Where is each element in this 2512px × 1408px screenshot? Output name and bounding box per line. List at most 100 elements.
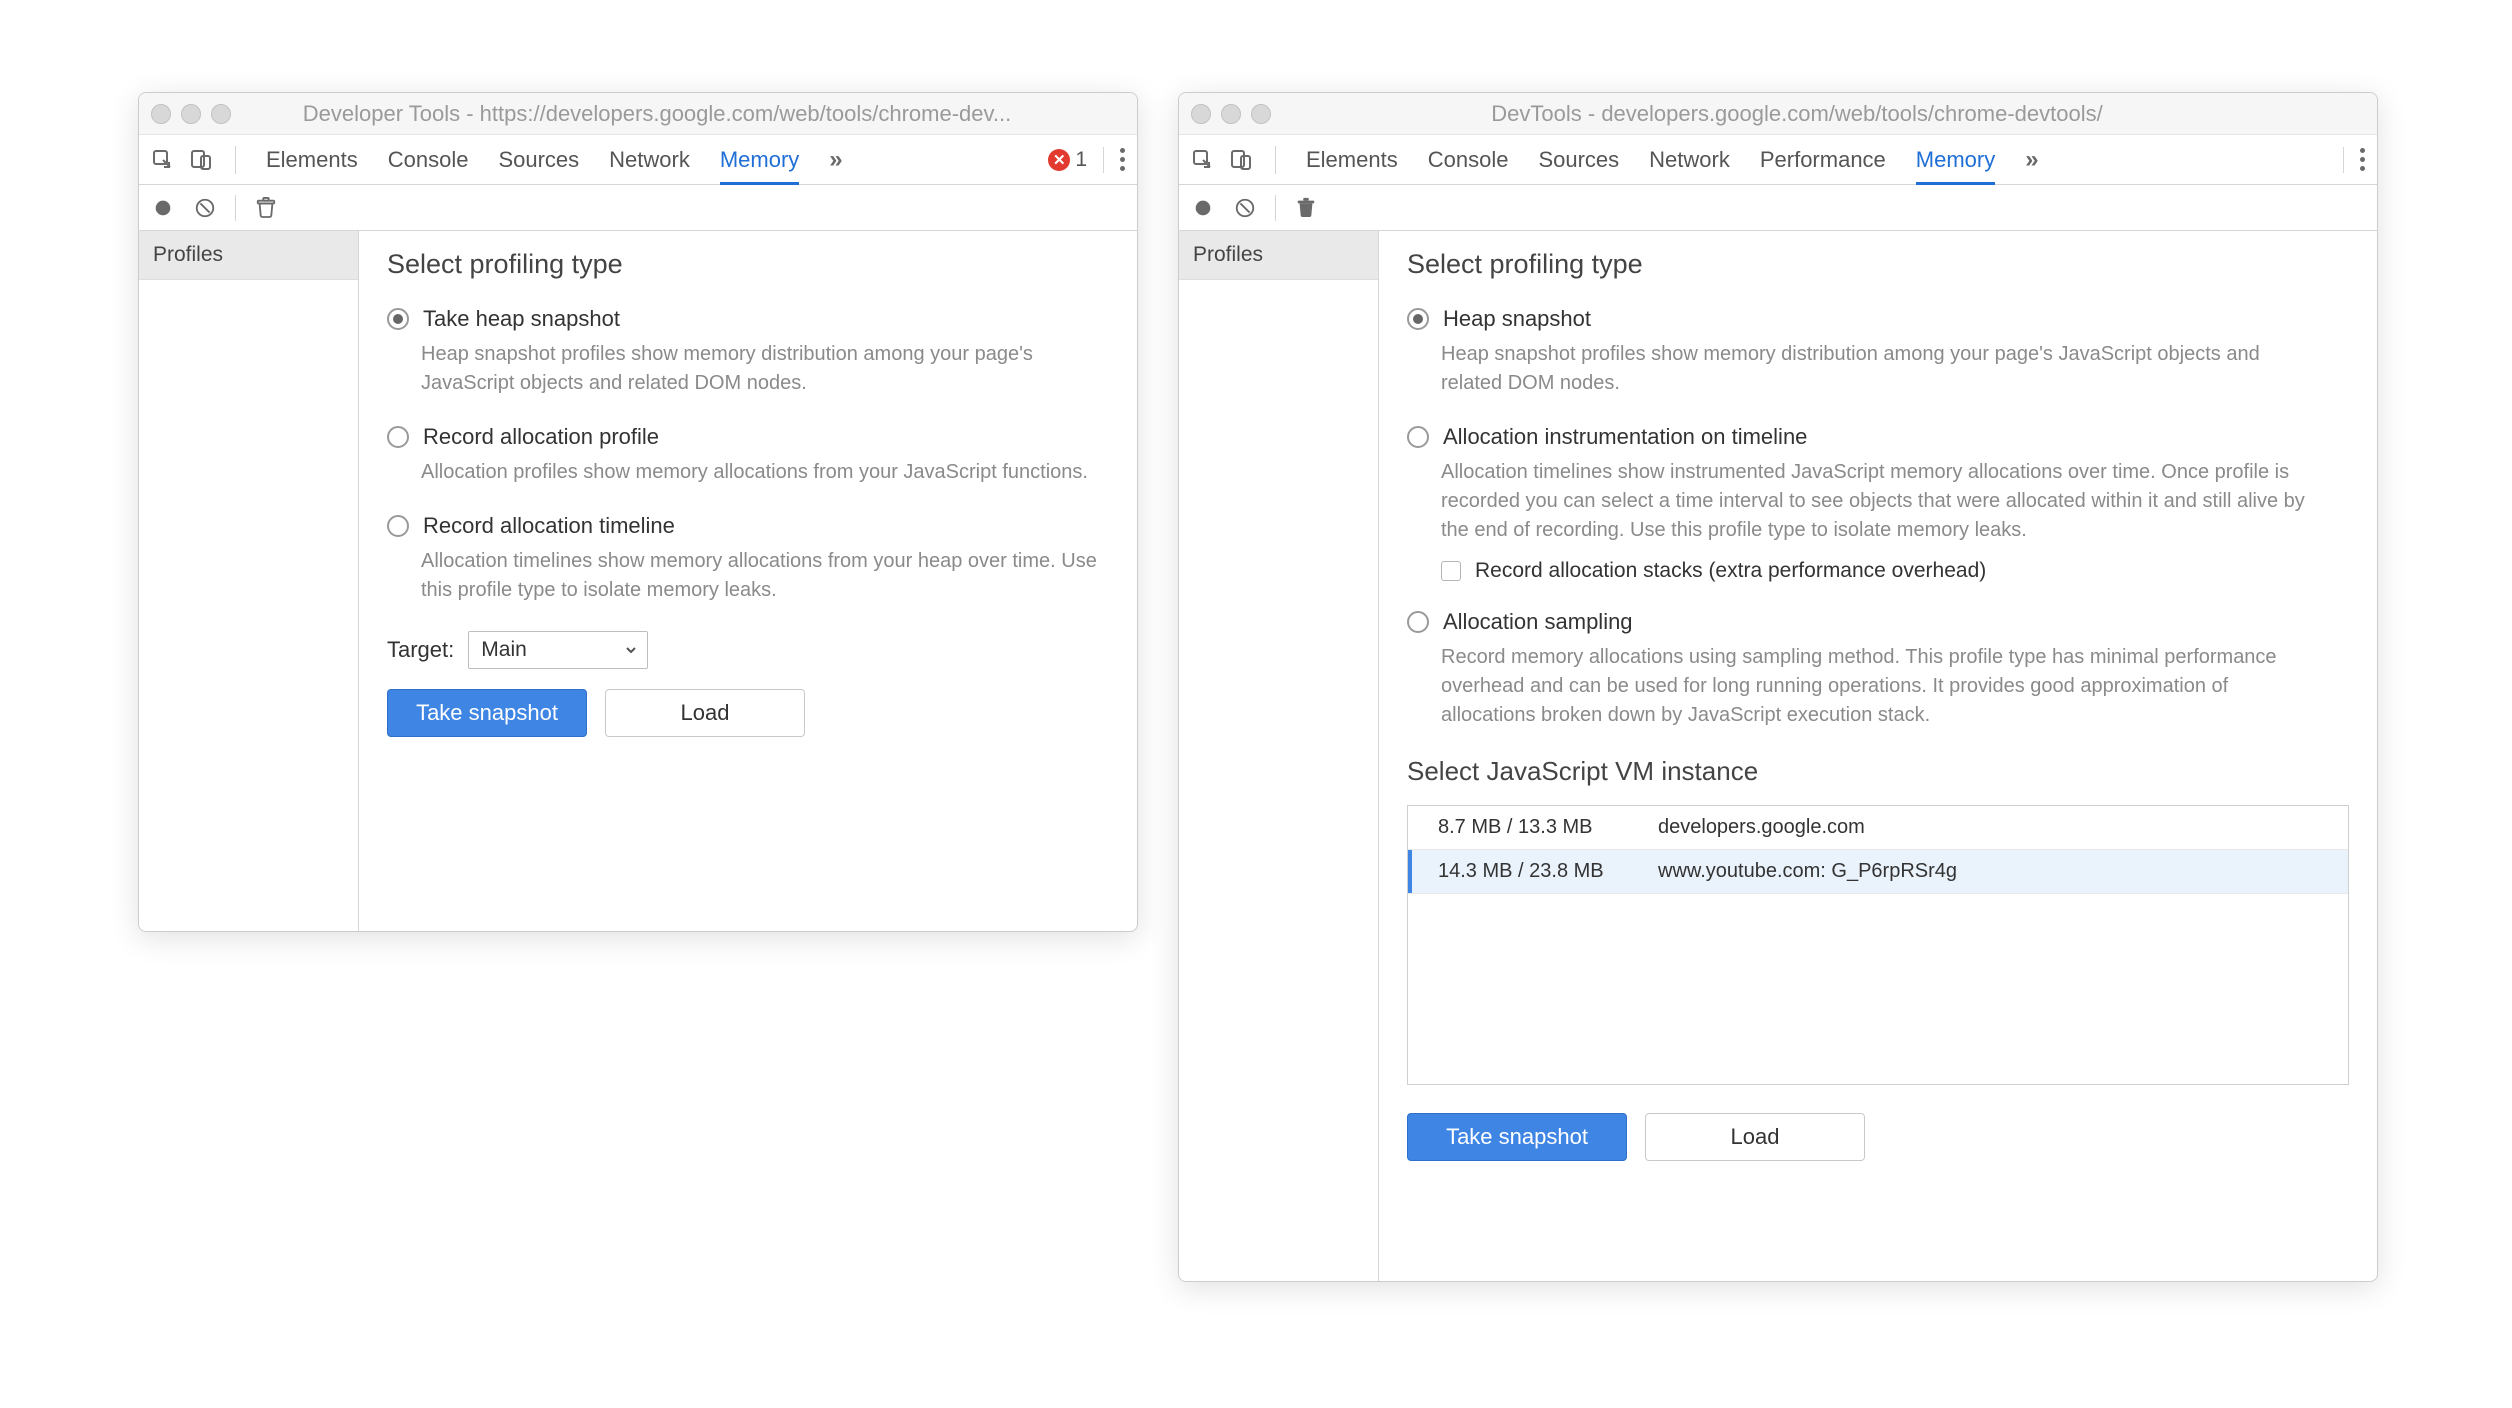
option-label: Heap snapshot — [1443, 306, 1591, 332]
option-allocation-timeline[interactable]: Record allocation timeline — [387, 513, 1109, 539]
tab-sources[interactable]: Sources — [498, 135, 579, 185]
option-allocation-sampling[interactable]: Allocation sampling — [1407, 609, 2349, 635]
separator — [1275, 146, 1276, 174]
vm-name: developers.google.com — [1648, 816, 2348, 839]
separator — [1103, 147, 1104, 173]
tab-sources[interactable]: Sources — [1538, 135, 1619, 185]
more-options-icon[interactable] — [2360, 148, 2365, 171]
more-options-icon[interactable] — [1120, 148, 1125, 171]
option-label: Take heap snapshot — [423, 306, 620, 332]
minimize-icon[interactable] — [1221, 104, 1241, 124]
vm-instance-row[interactable]: 14.3 MB / 23.8 MB www.youtube.com: G_P6r… — [1408, 850, 2348, 894]
tabs-overflow-icon[interactable]: » — [829, 146, 842, 174]
option-label: Record allocation profile — [423, 424, 659, 450]
tab-elements[interactable]: Elements — [266, 135, 358, 185]
vm-instance-row[interactable]: 8.7 MB / 13.3 MB developers.google.com — [1408, 806, 2348, 850]
vm-size: 8.7 MB / 13.3 MB — [1408, 816, 1648, 839]
toggle-device-toolbar-icon[interactable] — [189, 148, 213, 172]
delete-icon[interactable] — [254, 196, 278, 220]
sidebar-item-profiles[interactable]: Profiles — [139, 231, 358, 280]
radio-icon[interactable] — [387, 515, 409, 537]
target-select[interactable]: Main — [468, 631, 648, 669]
option-label: Allocation instrumentation on timeline — [1443, 424, 1807, 450]
devtools-tabbar: Elements Console Sources Network Perform… — [1179, 135, 2377, 185]
error-icon: ✕ — [1048, 149, 1070, 171]
option-description: Heap snapshot profiles show memory distr… — [1441, 340, 2321, 398]
take-snapshot-button[interactable]: Take snapshot — [387, 689, 587, 737]
profiling-heading: Select profiling type — [1407, 249, 2349, 280]
tab-network[interactable]: Network — [1649, 135, 1730, 185]
tab-network[interactable]: Network — [609, 135, 690, 185]
window-title: DevTools - developers.google.com/web/too… — [1299, 101, 2365, 127]
load-button[interactable]: Load — [605, 689, 805, 737]
separator — [235, 146, 236, 174]
option-description: Allocation timelines show instrumented J… — [1441, 458, 2321, 545]
error-count-badge[interactable]: ✕ 1 — [1048, 148, 1087, 172]
separator — [2343, 147, 2344, 173]
take-snapshot-button[interactable]: Take snapshot — [1407, 1113, 1627, 1161]
devtools-window-left: Developer Tools - https://developers.goo… — [138, 92, 1138, 932]
devtools-tabbar: Elements Console Sources Network Memory … — [139, 135, 1137, 185]
sidebar-item-profiles[interactable]: Profiles — [1179, 231, 1378, 280]
checkbox-icon[interactable] — [1441, 561, 1461, 581]
option-heap-snapshot[interactable]: Heap snapshot — [1407, 306, 2349, 332]
caret-down-icon — [625, 638, 637, 662]
profiler-toolbar — [1179, 185, 2377, 231]
tab-memory[interactable]: Memory — [1916, 135, 1995, 185]
error-count: 1 — [1075, 148, 1087, 172]
sidebar: Profiles — [1179, 231, 1379, 1281]
load-button[interactable]: Load — [1645, 1113, 1865, 1161]
option-heap-snapshot[interactable]: Take heap snapshot — [387, 306, 1109, 332]
vm-instance-heading: Select JavaScript VM instance — [1407, 756, 2349, 787]
target-select-value: Main — [481, 638, 527, 661]
option-label: Record allocation timeline — [423, 513, 675, 539]
tab-memory[interactable]: Memory — [720, 135, 799, 185]
zoom-icon[interactable] — [1251, 104, 1271, 124]
radio-icon[interactable] — [1407, 308, 1429, 330]
minimize-icon[interactable] — [181, 104, 201, 124]
option-description: Allocation timelines show memory allocat… — [421, 547, 1109, 605]
tabs-overflow-icon[interactable]: » — [2025, 146, 2038, 174]
close-icon[interactable] — [151, 104, 171, 124]
main-panel: Select profiling type Heap snapshot Heap… — [1379, 231, 2377, 1281]
profiling-heading: Select profiling type — [387, 249, 1109, 280]
tab-strip: Elements Console Sources Network Perform… — [1306, 135, 2039, 185]
vm-empty-space — [1408, 894, 2348, 1084]
delete-icon[interactable] — [1294, 196, 1318, 220]
record-icon[interactable] — [151, 196, 175, 220]
titlebar: DevTools - developers.google.com/web/too… — [1179, 93, 2377, 135]
radio-icon[interactable] — [387, 426, 409, 448]
window-title: Developer Tools - https://developers.goo… — [259, 101, 1125, 127]
tab-performance[interactable]: Performance — [1760, 135, 1886, 185]
record-allocation-stacks-checkbox[interactable]: Record allocation stacks (extra performa… — [1441, 559, 2349, 583]
close-icon[interactable] — [1191, 104, 1211, 124]
inspect-element-icon[interactable] — [151, 148, 175, 172]
target-label: Target: — [387, 637, 454, 663]
radio-icon[interactable] — [387, 308, 409, 330]
traffic-lights — [1191, 104, 1271, 124]
tab-console[interactable]: Console — [1428, 135, 1509, 185]
zoom-icon[interactable] — [211, 104, 231, 124]
traffic-lights — [151, 104, 231, 124]
tab-strip: Elements Console Sources Network Memory … — [266, 135, 843, 185]
clear-icon[interactable] — [193, 196, 217, 220]
option-allocation-timeline[interactable]: Allocation instrumentation on timeline — [1407, 424, 2349, 450]
sidebar: Profiles — [139, 231, 359, 931]
checkbox-label: Record allocation stacks (extra performa… — [1475, 559, 1986, 583]
option-description: Record memory allocations using sampling… — [1441, 643, 2321, 730]
profiler-toolbar — [139, 185, 1137, 231]
main-panel: Select profiling type Take heap snapshot… — [359, 231, 1137, 931]
record-icon[interactable] — [1191, 196, 1215, 220]
option-description: Allocation profiles show memory allocati… — [421, 458, 1109, 487]
clear-icon[interactable] — [1233, 196, 1257, 220]
separator — [1275, 195, 1276, 221]
titlebar: Developer Tools - https://developers.goo… — [139, 93, 1137, 135]
radio-icon[interactable] — [1407, 611, 1429, 633]
tab-console[interactable]: Console — [388, 135, 469, 185]
radio-icon[interactable] — [1407, 426, 1429, 448]
toggle-device-toolbar-icon[interactable] — [1229, 148, 1253, 172]
inspect-element-icon[interactable] — [1191, 148, 1215, 172]
tab-elements[interactable]: Elements — [1306, 135, 1398, 185]
option-allocation-profile[interactable]: Record allocation profile — [387, 424, 1109, 450]
vm-size: 14.3 MB / 23.8 MB — [1408, 860, 1648, 883]
